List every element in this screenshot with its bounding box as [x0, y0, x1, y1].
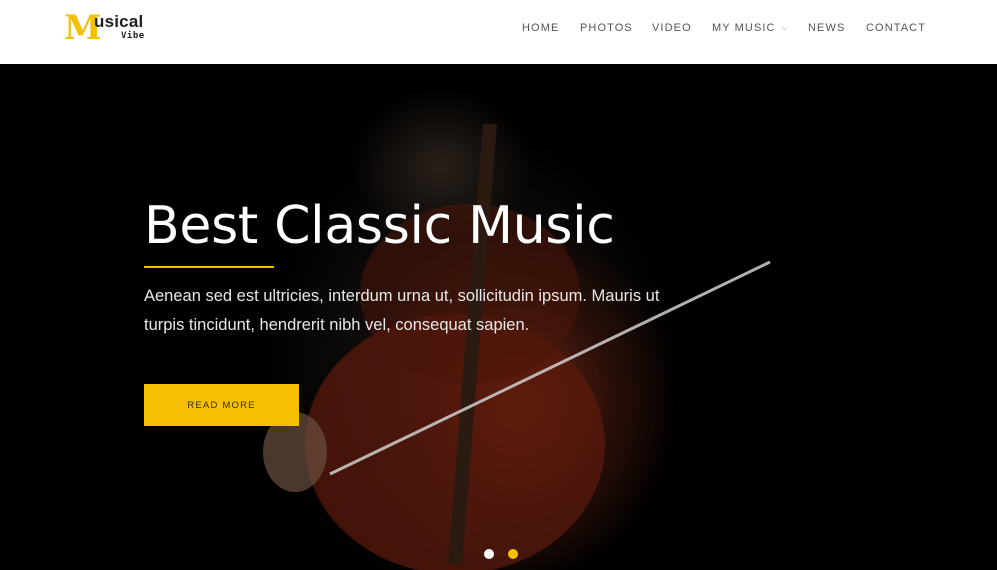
nav-home[interactable]: HOME	[522, 21, 559, 35]
hero-description: Aenean sed est ultricies, interdum urna …	[144, 287, 660, 334]
slider-dot-2[interactable]	[508, 549, 518, 559]
nav-contact[interactable]: CONTACT	[866, 21, 926, 35]
nav-my-music-label: MY MUSIC	[712, 22, 776, 34]
nav-video[interactable]: VIDEO	[652, 21, 692, 35]
logo[interactable]: M usical Vibe	[64, 10, 154, 46]
site-header: M usical Vibe HOME PHOTOS VIDEO MY MUSIC…	[0, 0, 997, 64]
chevron-down-icon: ⌵	[781, 23, 789, 32]
hero-slider: Best Classic Music Aenean sed est ultric…	[0, 64, 997, 570]
nav-photos[interactable]: PHOTOS	[580, 21, 633, 35]
nav-news[interactable]: NEWS	[808, 21, 845, 35]
logo-text-top: usical	[94, 12, 144, 31]
hero-title: Best Classic Music	[144, 196, 615, 256]
logo-text-bottom: Vibe	[121, 31, 145, 41]
nav-my-music[interactable]: MY MUSIC ⌵	[712, 21, 789, 35]
slider-dot-1[interactable]	[484, 549, 494, 559]
title-underline	[144, 266, 274, 268]
read-more-button[interactable]: READ MORE	[144, 384, 299, 426]
